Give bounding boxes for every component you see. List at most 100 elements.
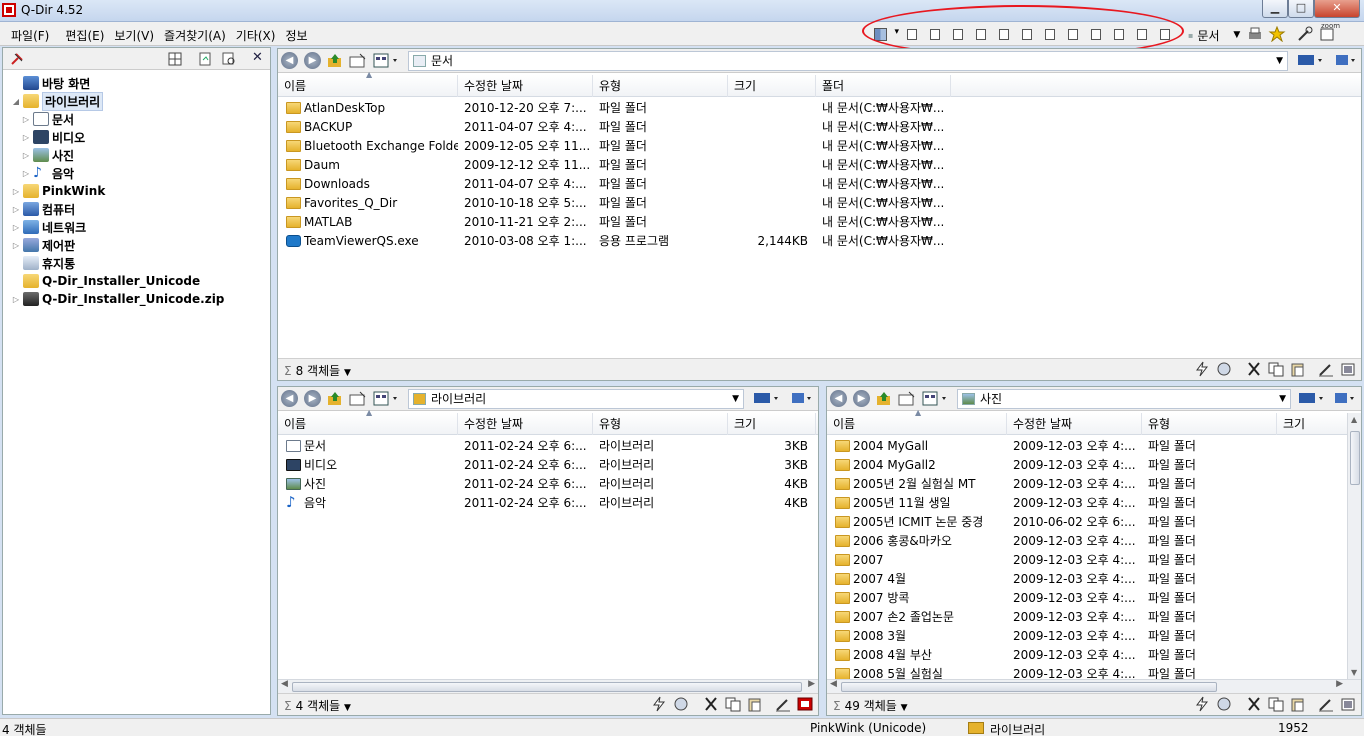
paste-icon[interactable]: [746, 696, 766, 713]
display-icon[interactable]: [752, 390, 782, 407]
flag-icon[interactable]: [1332, 52, 1362, 69]
tree-item[interactable]: ▷ PinkWink: [11, 182, 105, 200]
expand-icon[interactable]: ▷: [11, 205, 21, 214]
back-button[interactable]: ◀: [281, 52, 298, 69]
list-row[interactable]: 문서 2011-02-24 오후 6:... 라이브러리 3KB: [278, 437, 818, 456]
layout-4-icon[interactable]: [969, 25, 992, 43]
copy-icon[interactable]: [1267, 696, 1287, 713]
list-row[interactable]: 2004 MyGall 2009-12-03 오후 4:... 파일 폴더: [827, 437, 1347, 456]
tree-item[interactable]: ▷ ♪ 음악: [21, 164, 74, 182]
refresh-icon[interactable]: [197, 51, 213, 67]
layout-11-icon[interactable]: [1130, 25, 1153, 43]
lightning-icon[interactable]: [650, 696, 670, 713]
maximize-button[interactable]: □: [1288, 0, 1314, 18]
horizontal-scrollbar[interactable]: ◀ ▶: [827, 679, 1361, 693]
print-icon[interactable]: [1246, 26, 1266, 44]
vertical-scrollbar[interactable]: ▲ ▼: [1347, 413, 1361, 679]
list-row[interactable]: Favorites_Q_Dir 2010-10-18 오후 5:... 파일 폴더 내…: [278, 194, 1361, 213]
flag-icon[interactable]: [788, 390, 818, 407]
expand-icon[interactable]: ▷: [11, 187, 21, 196]
list-row[interactable]: 사진 2011-02-24 오후 6:... 라이브러리 4KB: [278, 475, 818, 494]
tree-item[interactable]: ▷ 사진: [21, 146, 74, 164]
horizontal-scrollbar[interactable]: ◀ ▶: [278, 679, 818, 693]
expand-icon[interactable]: ▷: [11, 241, 21, 250]
list-row[interactable]: BACKUP 2011-04-07 오후 4:... 파일 폴더 내 문서(C:₩사용…: [278, 118, 1361, 137]
scroll-left-icon[interactable]: ◀: [830, 679, 837, 689]
rename-icon[interactable]: [774, 696, 794, 713]
chevron-down-icon[interactable]: ▼: [1233, 30, 1240, 40]
cut-icon[interactable]: [1245, 696, 1265, 713]
expand-icon[interactable]: ▷: [21, 151, 31, 160]
column-header[interactable]: 수정한 날짜: [458, 75, 593, 97]
menu-view[interactable]: 보기(V): [109, 27, 159, 44]
up-folder-icon[interactable]: [326, 390, 346, 407]
paste-icon[interactable]: [1289, 361, 1309, 378]
layout-6-icon[interactable]: [1015, 25, 1038, 43]
tree-item[interactable]: ◢ 라이브러리: [11, 91, 104, 111]
tree-item[interactable]: ▷ 컴퓨터: [11, 200, 75, 218]
copy-icon[interactable]: [1267, 361, 1287, 378]
scroll-left-icon[interactable]: ◀: [281, 679, 288, 689]
list-row[interactable]: 2008 5월 실험실 2009-12-03 오후 4:... 파일 폴더: [827, 665, 1347, 679]
properties-icon[interactable]: [1339, 361, 1359, 378]
column-header[interactable]: 수정한 날짜: [458, 413, 593, 435]
list-row[interactable]: 2005년 2월 실험실 MT 2009-12-03 오후 4:... 파일 폴더: [827, 475, 1347, 494]
column-header[interactable]: 크기: [728, 413, 816, 435]
chevron-down-icon[interactable]: ▼: [344, 368, 351, 378]
search-icon[interactable]: [221, 51, 237, 67]
list-row[interactable]: 2007 2009-12-03 오후 4:... 파일 폴더: [827, 551, 1347, 570]
favorites-doc-label[interactable]: 문서: [1197, 27, 1233, 44]
layout-12-icon[interactable]: [1153, 25, 1176, 43]
list-row[interactable]: Bluetooth Exchange Folder 2009-12-05 오후 1…: [278, 137, 1361, 156]
minimize-button[interactable]: ▁: [1262, 0, 1288, 18]
new-folder-icon[interactable]: [348, 52, 368, 69]
layout-dropdown-icon[interactable]: [870, 25, 900, 43]
scroll-up-icon[interactable]: ▲: [1351, 415, 1357, 424]
chevron-down-icon[interactable]: ▼: [732, 390, 739, 408]
chevron-down-icon[interactable]: ▼: [344, 703, 351, 713]
scroll-down-icon[interactable]: ▼: [1351, 668, 1357, 677]
list-row[interactable]: 2008 4월 부산 2009-12-03 오후 4:... 파일 폴더: [827, 646, 1347, 665]
list-row[interactable]: TeamViewerQS.exe 2010-03-08 오후 1:... 응용 프로…: [278, 232, 1361, 251]
grid-icon[interactable]: [167, 51, 183, 67]
list-row[interactable]: AtlanDeskTop 2010-12-20 오후 7:... 파일 폴더 내 문서…: [278, 99, 1361, 118]
paste-icon[interactable]: [1289, 696, 1309, 713]
tree-item[interactable]: ▷ 제어판: [11, 236, 75, 254]
close-tree-icon[interactable]: ✕: [252, 50, 263, 65]
back-button[interactable]: ◀: [281, 390, 298, 407]
scroll-right-icon[interactable]: ▶: [808, 679, 815, 689]
rename-icon[interactable]: [1317, 361, 1337, 378]
list-row[interactable]: 음악 2011-02-24 오후 6:... 라이브러리 4KB: [278, 494, 818, 513]
tree-item[interactable]: ▷ 네트워크: [11, 218, 86, 236]
tools-icon[interactable]: [1296, 26, 1316, 44]
list-row[interactable]: 비디오 2011-02-24 오후 6:... 라이브러리 3KB: [278, 456, 818, 475]
menu-file[interactable]: 파일(F): [6, 27, 54, 44]
menu-info[interactable]: 정보: [280, 27, 312, 44]
column-header[interactable]: 유형: [593, 413, 728, 435]
close-button[interactable]: ✕: [1314, 0, 1360, 18]
cut-icon[interactable]: [702, 696, 722, 713]
lightning-icon[interactable]: [1193, 696, 1213, 713]
properties-icon[interactable]: [1339, 696, 1359, 713]
tree-item[interactable]: Q-Dir_Installer_Unicode: [11, 272, 200, 290]
list-row[interactable]: Daum 2009-12-12 오후 11... 파일 폴더 내 문서(C:₩사용자₩…: [278, 156, 1361, 175]
expand-icon[interactable]: ◢: [11, 97, 21, 106]
forward-button[interactable]: ▶: [304, 52, 321, 69]
list-row[interactable]: 2005년 11월 생일 2009-12-03 오후 4:... 파일 폴더: [827, 494, 1347, 513]
tree-item[interactable]: ▷ 문서: [21, 110, 74, 128]
cut-icon[interactable]: [1245, 361, 1265, 378]
forward-button[interactable]: ▶: [304, 390, 321, 407]
list-row[interactable]: 2006 홍콩&마카오 2009-12-03 오후 4:... 파일 폴더: [827, 532, 1347, 551]
view-mode-icon[interactable]: [372, 52, 402, 69]
expand-icon[interactable]: ▷: [21, 115, 31, 124]
menu-edit[interactable]: 편집(E): [60, 27, 109, 44]
chevron-down-icon[interactable]: ▼: [901, 703, 908, 713]
active-pane-icon[interactable]: [796, 696, 816, 713]
layout-1-icon[interactable]: [900, 25, 923, 43]
network-drive-icon[interactable]: [1215, 696, 1235, 713]
scroll-thumb[interactable]: [1350, 431, 1360, 485]
list-row[interactable]: 2005년 ICMIT 논문 중경 2010-06-02 오후 6:... 파일 폴…: [827, 513, 1347, 532]
expand-icon[interactable]: ▷: [21, 169, 31, 178]
layout-3-icon[interactable]: [946, 25, 969, 43]
layout-8-icon[interactable]: [1061, 25, 1084, 43]
